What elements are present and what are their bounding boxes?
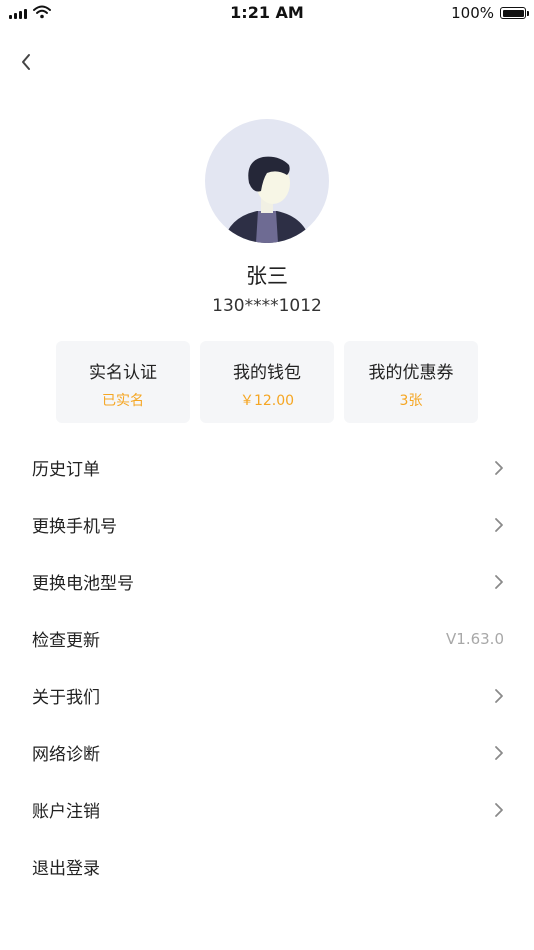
menu-item-label: 检查更新 <box>32 631 100 651</box>
card-value: 3张 <box>399 393 423 409</box>
card-real-name-verification[interactable]: 实名认证 已实名 <box>56 341 190 423</box>
card-coupons[interactable]: 我的优惠券 3张 <box>344 341 478 423</box>
user-phone: 130****1012 <box>212 296 322 316</box>
menu-item-label: 更换手机号 <box>32 517 117 537</box>
menu-item-label: 账户注销 <box>32 802 100 822</box>
menu-item-label: 退出登录 <box>32 859 100 879</box>
user-avatar-icon <box>223 156 311 243</box>
menu-item-delete-account[interactable]: 账户注销 <box>0 781 534 838</box>
summary-cards: 实名认证 已实名 我的钱包 ￥12.00 我的优惠券 3张 <box>56 341 478 423</box>
menu-item-check-update[interactable]: 检查更新 V1.63.0 <box>0 610 534 667</box>
card-title: 我的钱包 <box>233 363 301 383</box>
back-button[interactable] <box>12 48 40 76</box>
settings-menu: 历史订单 更换手机号 更换电池型号 检查更新 V1.63.0 关于我们 网络诊断… <box>0 439 534 895</box>
card-value: ￥12.00 <box>239 393 295 409</box>
chevron-right-icon <box>495 517 503 532</box>
card-title: 我的优惠券 <box>368 363 454 383</box>
menu-item-change-phone[interactable]: 更换手机号 <box>0 496 534 553</box>
chevron-right-icon <box>495 574 503 589</box>
card-value: 已实名 <box>102 393 144 409</box>
menu-item-logout[interactable]: 退出登录 <box>0 838 534 895</box>
menu-item-label: 关于我们 <box>32 688 100 708</box>
menu-item-label: 历史订单 <box>32 460 100 480</box>
card-title: 实名认证 <box>89 363 157 383</box>
card-wallet[interactable]: 我的钱包 ￥12.00 <box>200 341 334 423</box>
menu-item-order-history[interactable]: 历史订单 <box>0 439 534 496</box>
menu-item-about-us[interactable]: 关于我们 <box>0 667 534 724</box>
chevron-right-icon <box>495 460 503 475</box>
avatar[interactable] <box>205 119 329 243</box>
user-name: 张三 <box>246 264 288 288</box>
menu-item-label: 更换电池型号 <box>32 574 134 594</box>
status-bar: 1:21 AM 100% <box>0 0 534 28</box>
battery-percentage: 100% <box>451 4 494 22</box>
chevron-right-icon <box>495 745 503 760</box>
battery-icon <box>500 7 529 19</box>
chevron-left-icon <box>22 54 30 70</box>
menu-item-label: 网络诊断 <box>32 745 100 765</box>
chevron-right-icon <box>495 688 503 703</box>
app-version: V1.63.0 <box>446 629 504 648</box>
menu-item-network-diagnosis[interactable]: 网络诊断 <box>0 724 534 781</box>
menu-item-change-battery-model[interactable]: 更换电池型号 <box>0 553 534 610</box>
chevron-right-icon <box>495 802 503 817</box>
